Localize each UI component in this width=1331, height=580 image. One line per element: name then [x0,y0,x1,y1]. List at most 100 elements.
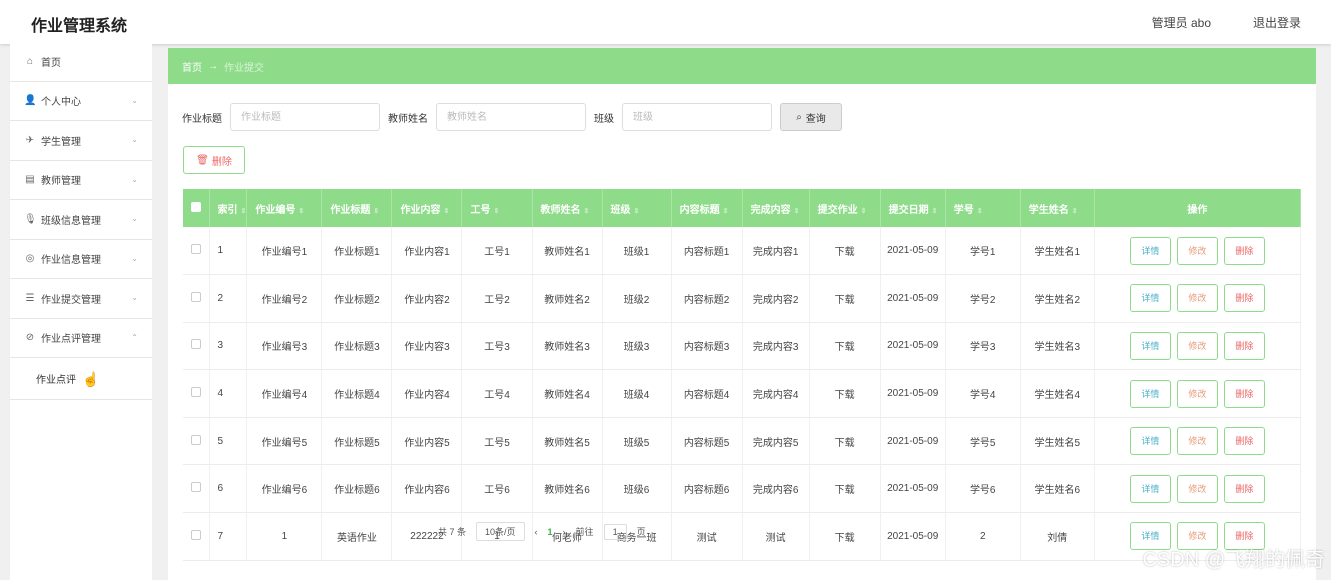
delete-button[interactable]: 删除 [1223,474,1265,503]
table-cell: 学生姓名4 [1020,369,1095,418]
delete-button[interactable]: 删除 [1223,331,1265,360]
goto-input[interactable]: 1 [603,523,627,540]
delete-button[interactable]: 删除 [1223,236,1265,265]
row-checkbox[interactable] [190,387,201,398]
sidebar-item-6[interactable]: ☰ 作业提交管理 ⌄ [10,279,152,319]
edit-button[interactable]: 修改 [1176,284,1218,313]
edit-button[interactable]: 修改 [1176,236,1218,265]
chevron-icon: ⌄ [131,253,138,263]
current-page[interactable]: 1 [548,527,553,537]
detail-button[interactable]: 详情 [1129,427,1171,456]
table-cell: 学号3 [945,322,1021,371]
sort-icon[interactable]: ⇕ [932,208,938,215]
table-cell: 完成内容5 [742,417,810,466]
sidebar-item-3[interactable]: ▤ 教师管理 ⌄ [10,161,152,200]
no-entry-icon: ⊘ [25,332,35,344]
download-link[interactable]: 下载 [809,417,881,466]
query-button-label: 查询 [805,113,826,125]
next-page-icon[interactable]: › [563,527,566,537]
main-panel: 首页 → 作业提交 作业标题 教师姓名 班级 ⌕ 查询 🗑 删除 索引⇕作业编号… [168,48,1316,580]
column-header[interactable]: 作业标题 ⇕ [321,189,393,227]
edit-button[interactable]: 修改 [1176,474,1218,503]
sort-icon[interactable]: ⇕ [298,208,304,215]
person-icon: 👤 [24,95,37,107]
prev-page-icon[interactable]: ‹ [535,527,538,537]
sort-icon[interactable]: ⇕ [493,208,499,215]
table-cell: 2 [209,274,248,323]
class-input[interactable] [622,103,772,131]
row-actions: 详情 修改 删除 [1094,274,1302,323]
teacher-input[interactable] [436,103,586,131]
column-header-label: 学号 [953,204,974,216]
table-row: 7 1 英语作业 222222 1 何老师 商务一班 测试 测试 下载 2021-05-09 2 刘倩详… [183,512,1302,561]
row-checkbox[interactable] [190,291,201,302]
sort-icon[interactable]: ⇕ [634,208,640,215]
delete-button[interactable]: 删除 [1223,379,1265,408]
download-link[interactable]: 下载 [809,464,881,514]
column-header[interactable]: 学号 ⇕ [945,189,1021,227]
logout-link[interactable]: 退出登录 [1253,14,1301,31]
sidebar-item-1[interactable]: 👤 个人中心 ⌄ [10,82,152,121]
sort-icon[interactable]: ⇕ [1072,208,1078,215]
table-row: 3 作业编号3 作业标题3 作业内容3 工号3 教师姓名3 班级3 内容标题3 完成内容3 下载 2… [183,322,1302,371]
sidebar-subitem-review[interactable]: 作业点评 ☝ [10,358,152,400]
batch-delete-button[interactable]: 🗑 删除 [183,146,245,174]
sort-icon[interactable]: ⇕ [241,208,247,215]
detail-button[interactable]: 详情 [1129,331,1171,360]
download-link[interactable]: 下载 [809,369,881,418]
download-link[interactable]: 下载 [809,512,881,561]
delete-button[interactable]: 删除 [1223,427,1265,456]
sidebar-item-label: 学生管理 [41,136,81,148]
edit-button[interactable]: 修改 [1176,379,1218,408]
breadcrumb-home[interactable]: 首页 [182,59,202,74]
sort-icon[interactable]: ⇕ [794,208,800,215]
detail-button[interactable]: 详情 [1129,379,1171,408]
column-header[interactable]: 完成内容 ⇕ [742,189,810,227]
sort-icon[interactable]: ⇕ [584,208,590,215]
column-header[interactable]: 学生姓名 ⇕ [1020,189,1095,227]
row-checkbox[interactable] [190,434,201,445]
sidebar-item-2[interactable]: ✈ 学生管理 ⌄ [10,121,152,161]
query-button[interactable]: ⌕ 查询 [780,103,842,131]
row-checkbox[interactable] [190,482,201,493]
sidebar-item-5[interactable]: ◎ 作业信息管理 ⌄ [10,240,152,279]
column-header[interactable]: 索引 ⇕ [209,189,248,227]
column-header[interactable]: 提交日期 ⇕ [880,189,946,227]
sidebar-item-0[interactable]: ⌂ 首页 [10,42,152,82]
sort-icon[interactable]: ⇕ [443,208,449,215]
column-header[interactable]: 提交作业 ⇕ [809,189,881,227]
settings-icon: ◎ [25,253,35,265]
select-all-checkbox[interactable] [191,201,201,212]
page-size-select[interactable]: 10条/页 [476,522,525,541]
download-link[interactable]: 下载 [809,227,881,276]
column-header[interactable]: 作业内容 ⇕ [391,189,463,227]
sort-icon[interactable]: ⇕ [373,208,379,215]
sort-icon[interactable]: ⇕ [977,208,983,215]
table-cell: 班级2 [602,274,672,323]
column-header[interactable]: 班级 ⇕ [602,189,672,227]
sort-icon[interactable]: ⇕ [723,208,729,215]
download-link[interactable]: 下载 [809,274,881,323]
table-cell: 作业内容1 [391,227,463,276]
row-checkbox[interactable] [190,529,201,540]
column-header[interactable]: 内容标题 ⇕ [671,189,743,227]
edit-button[interactable]: 修改 [1176,427,1218,456]
download-link[interactable]: 下载 [809,322,881,371]
page-suffix: 页 [636,527,646,537]
table-cell: 工号1 [461,227,533,276]
sidebar-item-7[interactable]: ⊘ 作业点评管理 ⌃ [10,319,152,358]
detail-button[interactable]: 详情 [1129,236,1171,265]
row-checkbox[interactable] [190,244,201,255]
row-checkbox[interactable] [190,339,201,350]
delete-button[interactable]: 删除 [1223,284,1265,313]
column-header[interactable]: 工号 ⇕ [461,189,533,227]
detail-button[interactable]: 详情 [1129,474,1171,503]
title-input[interactable] [230,103,380,131]
sort-icon[interactable]: ⇕ [861,208,867,215]
table-row: 1 作业编号1 作业标题1 作业内容1 工号1 教师姓名1 班级1 内容标题1 完成内容1 下载 2… [183,227,1302,276]
sidebar-item-4[interactable]: 🎙 班级信息管理 ⌄ [10,200,152,240]
detail-button[interactable]: 详情 [1129,284,1171,313]
edit-button[interactable]: 修改 [1176,331,1218,360]
column-header[interactable]: 作业编号 ⇕ [246,189,323,227]
column-header[interactable]: 教师姓名 ⇕ [532,189,603,227]
